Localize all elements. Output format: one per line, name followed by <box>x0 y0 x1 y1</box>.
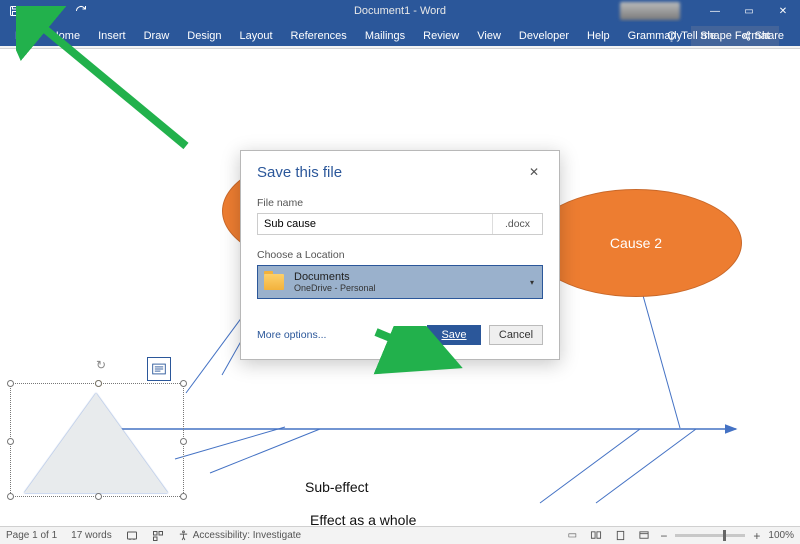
tab-review[interactable]: Review <box>414 26 468 46</box>
handle-s[interactable] <box>95 493 102 500</box>
rotate-handle-icon[interactable]: ↻ <box>96 358 106 372</box>
file-name-label: File name <box>257 197 543 209</box>
tell-me-search[interactable]: Tell me <box>658 26 724 46</box>
share-button[interactable]: Share <box>735 26 790 46</box>
zoom-percentage[interactable]: 100% <box>768 530 794 541</box>
display-settings-icon[interactable] <box>152 530 164 542</box>
location-label: Choose a Location <box>257 249 543 261</box>
tell-me-label: Tell me <box>681 30 716 42</box>
tab-layout[interactable]: Layout <box>231 26 282 46</box>
dialog-title: Save this file <box>257 164 342 181</box>
zoom-out-button[interactable]: − <box>660 529 667 543</box>
shape-selection-box: ↻ <box>10 383 184 497</box>
zoom-in-button[interactable]: + <box>753 529 760 543</box>
more-options-link[interactable]: More options... <box>257 329 326 341</box>
share-icon <box>741 31 751 41</box>
chevron-down-icon: ▾ <box>530 278 534 287</box>
tab-developer[interactable]: Developer <box>510 26 578 46</box>
zoom-slider[interactable] <box>675 534 745 537</box>
document-title: Document1 - Word <box>354 5 446 17</box>
user-account-picture[interactable] <box>620 2 680 20</box>
file-extension-dropdown[interactable]: .docx <box>492 214 542 234</box>
handle-nw[interactable] <box>7 380 14 387</box>
text-frame-icon[interactable] <box>147 357 171 381</box>
close-window-button[interactable]: ✕ <box>766 0 800 22</box>
handle-sw[interactable] <box>7 493 14 500</box>
minimize-button[interactable]: — <box>698 0 732 22</box>
handle-se[interactable] <box>180 493 187 500</box>
cause2-label: Cause 2 <box>610 235 662 251</box>
handle-e[interactable] <box>180 438 187 445</box>
handle-n[interactable] <box>95 380 102 387</box>
print-layout-icon[interactable] <box>612 529 628 543</box>
annotation-arrow-save-button <box>370 326 470 376</box>
folder-icon <box>264 274 284 290</box>
accessibility-icon <box>178 530 189 541</box>
cause2-ellipse[interactable]: Cause 2 <box>530 189 742 297</box>
file-ext-label: .docx <box>505 218 530 230</box>
close-icon[interactable]: ✕ <box>525 163 543 181</box>
sub-effect-text[interactable]: Sub-effect <box>305 479 369 495</box>
file-name-row: .docx <box>257 213 543 235</box>
page-indicator[interactable]: Page 1 of 1 <box>6 530 57 541</box>
maximize-button[interactable]: ▭ <box>732 0 766 22</box>
tab-mailings[interactable]: Mailings <box>356 26 414 46</box>
annotation-arrow-save-icon <box>16 6 206 166</box>
tab-view[interactable]: View <box>468 26 510 46</box>
status-bar: Page 1 of 1 17 words Accessibility: Inve… <box>0 526 800 544</box>
read-mode-icon[interactable] <box>588 529 604 543</box>
accessibility-label: Accessibility: Investigate <box>193 530 301 541</box>
window-controls: — ▭ ✕ <box>698 0 800 22</box>
handle-w[interactable] <box>7 438 14 445</box>
tab-references[interactable]: References <box>282 26 356 46</box>
cancel-button[interactable]: Cancel <box>489 325 543 345</box>
handle-ne[interactable] <box>180 380 187 387</box>
location-name: Documents <box>294 271 376 284</box>
location-subtext: OneDrive - Personal <box>294 283 376 293</box>
location-dropdown[interactable]: Documents OneDrive - Personal ▾ <box>257 265 543 299</box>
tab-help[interactable]: Help <box>578 26 619 46</box>
web-layout-icon[interactable] <box>636 529 652 543</box>
file-name-input[interactable] <box>258 214 492 234</box>
share-label: Share <box>755 30 784 42</box>
word-count[interactable]: 17 words <box>71 530 112 541</box>
focus-mode-icon[interactable]: ▭ <box>564 529 580 543</box>
language-indicator-icon[interactable] <box>126 530 138 542</box>
accessibility-status[interactable]: Accessibility: Investigate <box>178 530 301 541</box>
lightbulb-icon <box>666 31 677 42</box>
